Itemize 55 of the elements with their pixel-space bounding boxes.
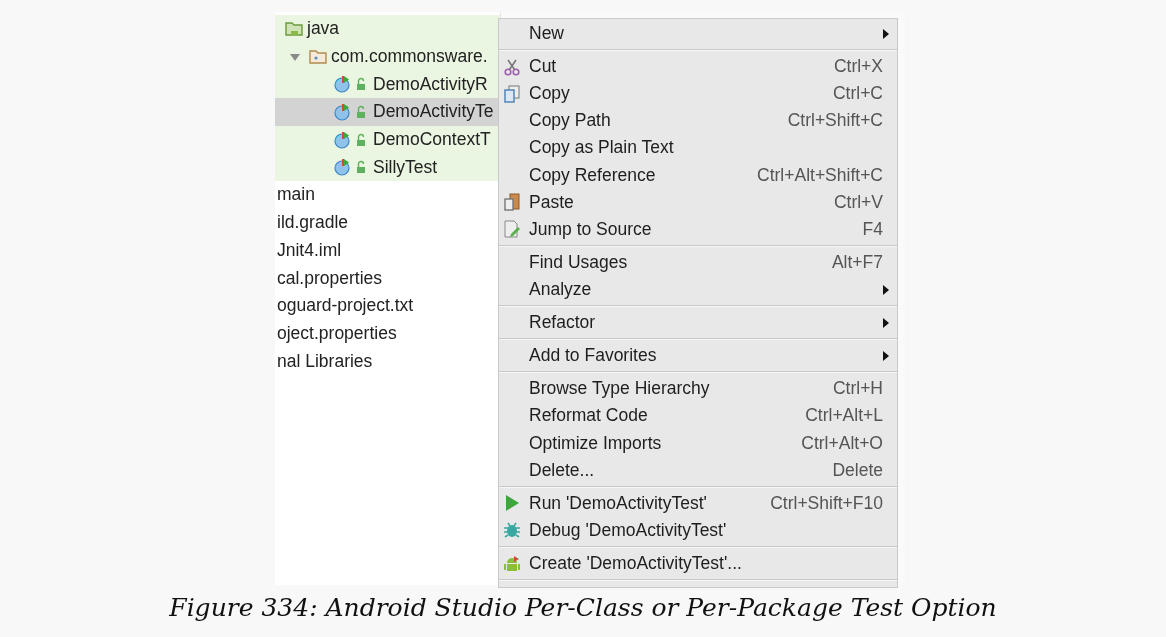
- tree-item-label: ild.gradle: [277, 212, 349, 234]
- tree-item-label: SillyTest: [373, 156, 438, 178]
- menu-item[interactable]: Reformat Code Ctrl+Alt+L: [499, 402, 897, 430]
- menu-item[interactable]: Copy Ctrl+C: [499, 80, 897, 108]
- menu-item[interactable]: Cut Ctrl+X: [499, 53, 897, 81]
- menu-item[interactable]: Jump to Source F4: [499, 215, 897, 243]
- tree-item-label: com.commonsware.: [331, 46, 488, 68]
- bug-icon: [503, 521, 521, 540]
- tree-item[interactable]: Jnit4.iml: [275, 236, 500, 265]
- tree-item[interactable]: ild.gradle: [275, 208, 500, 237]
- menu-item[interactable]: Paste Ctrl+V: [499, 188, 897, 216]
- tree-item[interactable]: DemoContextT: [275, 125, 500, 154]
- menu-item[interactable]: Add to Favorites: [499, 342, 897, 370]
- tree-item-label: oject.properties: [277, 322, 397, 344]
- tree-item[interactable]: DemoActivityTe: [275, 98, 500, 126]
- tree-item[interactable]: DemoActivityR: [275, 70, 500, 99]
- source-folder-icon: [285, 20, 303, 37]
- tree-item-label: DemoActivityTe: [373, 101, 494, 123]
- menu-item[interactable]: Optimize Imports Ctrl+Alt+O: [499, 429, 897, 457]
- scissors-icon: [503, 57, 521, 76]
- paste-icon: [503, 193, 521, 212]
- tree-item[interactable]: oject.properties: [275, 319, 500, 348]
- tree-item-label: cal.properties: [277, 267, 383, 289]
- menu-item[interactable]: Copy Reference Ctrl+Alt+Shift+C: [499, 161, 897, 189]
- tree-item-label: oguard-project.txt: [277, 295, 414, 317]
- document-pencil-icon: [503, 220, 521, 239]
- tree-item-label: nal Libraries: [277, 350, 373, 372]
- run-icon: [503, 494, 521, 513]
- tree-item[interactable]: nal Libraries: [275, 347, 500, 375]
- menu-item[interactable]: Copy as Plain Text: [499, 134, 897, 162]
- tree-item-label: DemoContextT: [373, 129, 491, 151]
- tree-item[interactable]: SillyTest: [275, 153, 500, 182]
- menu-item[interactable]: Analyze: [499, 276, 897, 304]
- menu-item[interactable]: Copy Path Ctrl+Shift+C: [499, 107, 897, 135]
- tree-item[interactable]: main: [275, 181, 500, 209]
- android-icon: [503, 554, 521, 573]
- figure-caption: Figure 334: Android Studio Per-Class or Per-Package Test Option: [169, 593, 997, 622]
- menu-item[interactable]: Create 'DemoActivityTest'...: [499, 549, 897, 578]
- tree-item-label: DemoActivityR: [373, 73, 488, 95]
- menu-item[interactable]: Debug 'DemoActivityTest': [499, 516, 897, 544]
- package-folder-icon: [309, 48, 327, 65]
- menu-item[interactable]: Find Usages Alt+F7: [499, 248, 897, 276]
- tree-item-label: Jnit4.iml: [277, 239, 342, 261]
- tree-item[interactable]: com.commonsware.: [275, 42, 500, 71]
- menu-item[interactable]: Browse Type Hierarchy Ctrl+H: [499, 375, 897, 403]
- tree-item[interactable]: oguard-project.txt: [275, 291, 500, 320]
- copy-icon: [503, 84, 521, 103]
- tree-item-label: java: [307, 18, 340, 40]
- menu-item[interactable]: Refactor: [499, 309, 897, 337]
- menu-item[interactable]: New: [499, 20, 897, 48]
- tree-item[interactable]: java: [275, 15, 500, 43]
- menu-item[interactable]: Run 'DemoActivityTest' Ctrl+Shift+F10: [499, 489, 897, 517]
- tree-item[interactable]: cal.properties: [275, 264, 500, 292]
- menu-item[interactable]: Delete... Delete: [499, 456, 897, 484]
- tree-item-label: main: [277, 184, 315, 206]
